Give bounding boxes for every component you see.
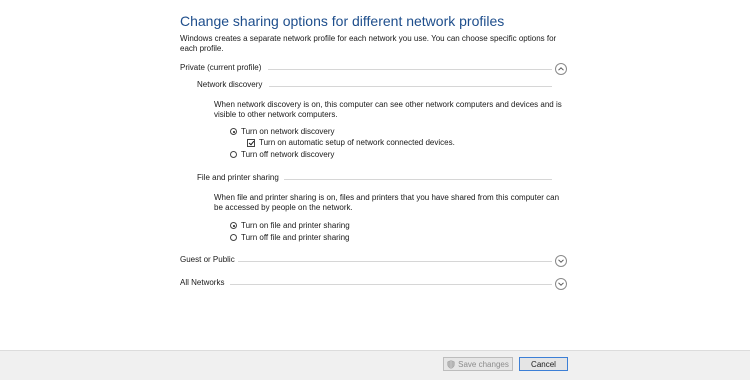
- file-printer-off-radio[interactable]: [230, 234, 237, 241]
- guest-public-divider: [238, 261, 552, 262]
- private-profile-divider: [268, 69, 552, 70]
- chevron-down-icon: [558, 259, 564, 263]
- network-discovery-on-option[interactable]: Turn on network discovery: [230, 127, 335, 136]
- all-networks-expand-button[interactable]: [555, 278, 567, 290]
- file-printer-on-label: Turn on file and printer sharing: [241, 221, 350, 230]
- file-printer-on-option[interactable]: Turn on file and printer sharing: [230, 221, 350, 230]
- network-discovery-off-radio[interactable]: [230, 151, 237, 158]
- network-discovery-off-label: Turn off network discovery: [241, 150, 335, 159]
- cancel-button[interactable]: Cancel: [519, 357, 568, 371]
- auto-setup-checkbox[interactable]: [247, 138, 255, 147]
- network-discovery-heading: Network discovery: [197, 80, 263, 89]
- page-description: Windows creates a separate network profi…: [180, 34, 557, 53]
- page-title: Change sharing options for different net…: [180, 13, 505, 29]
- network-discovery-on-radio[interactable]: [230, 128, 237, 135]
- chevron-down-icon: [558, 282, 564, 286]
- file-printer-off-label: Turn off file and printer sharing: [241, 233, 350, 242]
- network-discovery-on-label: Turn on network discovery: [241, 127, 335, 136]
- cancel-label: Cancel: [531, 359, 556, 369]
- chevron-up-icon: [558, 67, 564, 71]
- private-profile-collapse-button[interactable]: [555, 63, 567, 75]
- network-discovery-off-option[interactable]: Turn off network discovery: [230, 150, 334, 159]
- file-printer-sharing-heading: File and printer sharing: [197, 173, 279, 182]
- file-printer-sharing-divider: [284, 179, 552, 180]
- file-printer-on-radio[interactable]: [230, 222, 237, 229]
- all-networks-divider: [230, 284, 552, 285]
- file-printer-off-option[interactable]: Turn off file and printer sharing: [230, 233, 350, 242]
- save-changes-label: Save changes: [458, 359, 509, 369]
- uac-shield-icon: [447, 359, 455, 369]
- network-discovery-description: When network discovery is on, this compu…: [214, 100, 562, 119]
- save-changes-button[interactable]: Save changes: [443, 357, 513, 371]
- footer-bar: [0, 350, 750, 380]
- guest-public-profile-header[interactable]: Guest or Public: [180, 255, 235, 264]
- auto-setup-label: Turn on automatic setup of network conne…: [259, 138, 455, 147]
- network-discovery-divider: [269, 86, 552, 87]
- file-printer-sharing-description: When file and printer sharing is on, fil…: [214, 193, 560, 212]
- all-networks-header[interactable]: All Networks: [180, 278, 224, 287]
- private-profile-header[interactable]: Private (current profile): [180, 63, 261, 72]
- guest-public-expand-button[interactable]: [555, 255, 567, 267]
- auto-setup-option[interactable]: Turn on automatic setup of network conne…: [247, 138, 455, 147]
